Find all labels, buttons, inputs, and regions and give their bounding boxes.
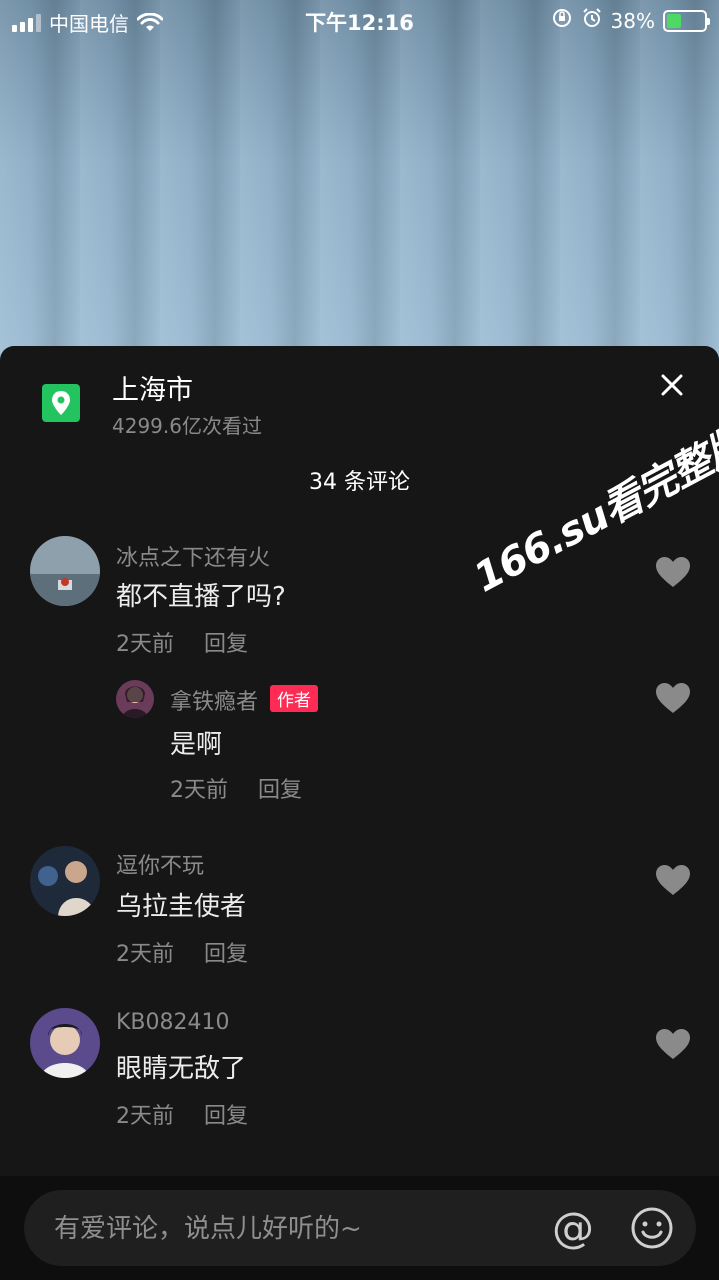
like-heart-icon[interactable] [655, 864, 691, 896]
video-background[interactable] [0, 0, 719, 360]
comment-time: 2天前 [170, 778, 228, 803]
comment-time: 2天前 [116, 1104, 174, 1129]
like-heart-icon[interactable] [655, 682, 691, 714]
avatar[interactable] [30, 846, 100, 916]
comment-time: 2天前 [116, 632, 174, 657]
comment-username[interactable]: 逗你不玩 [116, 848, 204, 880]
comment-input-bar: @ [0, 1176, 719, 1280]
reply-button[interactable]: 回复 [258, 778, 302, 803]
battery-icon [663, 9, 710, 32]
comment-text: 都不直播了吗? [116, 582, 286, 612]
comment-username[interactable]: KB082410 [116, 1010, 230, 1035]
comment-text: 乌拉圭使者 [116, 892, 247, 922]
status-bar: 中国电信 下午12:16 38% [0, 0, 719, 40]
comment-meta: 2天前 回复 [116, 1098, 248, 1130]
like-heart-icon[interactable] [655, 1028, 691, 1060]
at-mention-icon[interactable]: @ [552, 1204, 594, 1252]
avatar[interactable] [116, 680, 154, 718]
comment-text: 眼睛无敌了 [116, 1054, 247, 1084]
like-heart-icon[interactable] [655, 556, 691, 588]
battery-fill [667, 13, 681, 28]
close-icon[interactable] [657, 370, 687, 400]
status-right: 38% [551, 7, 710, 34]
comment-input[interactable] [52, 1190, 536, 1268]
author-badge: 作者 [270, 685, 319, 712]
emoji-icon[interactable] [630, 1206, 674, 1250]
rotation-lock-icon [551, 7, 573, 34]
comment-username[interactable]: 冰点之下还有火 [116, 540, 270, 572]
location-pin-icon[interactable] [42, 384, 80, 422]
reply-button[interactable]: 回复 [204, 1104, 248, 1129]
avatar[interactable] [30, 1008, 100, 1078]
location-title[interactable]: 上海市 [112, 368, 193, 407]
comment-time: 2天前 [116, 942, 174, 967]
comment-username: 拿铁瘾者 作者 [170, 684, 319, 716]
reply-username[interactable]: 拿铁瘾者 [170, 690, 258, 715]
comment-meta: 2天前 回复 [116, 626, 248, 658]
alarm-icon [581, 7, 603, 34]
avatar[interactable] [30, 536, 100, 606]
comment-meta: 2天前 回复 [170, 772, 302, 804]
comment-input-container: @ [24, 1190, 696, 1268]
comment-meta: 2天前 回复 [116, 936, 248, 968]
reply-button[interactable]: 回复 [204, 632, 248, 657]
location-views: 4299.6亿次看过 [112, 414, 262, 438]
battery-percent: 38% [610, 8, 655, 33]
reply-button[interactable]: 回复 [204, 942, 248, 967]
comment-text: 是啊 [170, 730, 223, 760]
